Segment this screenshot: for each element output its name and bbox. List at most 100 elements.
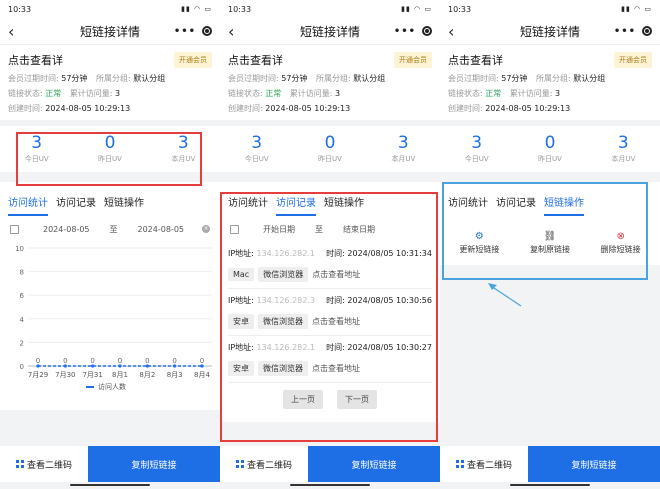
- vip-button[interactable]: 开通会员: [174, 52, 212, 68]
- y-tick-label: 2: [20, 339, 24, 347]
- highlight-uv-box: [16, 132, 202, 186]
- uv-value: 0: [324, 133, 336, 153]
- info-line-expire: 会员过期时间: 57分钟 所属分组: 默认分组: [228, 71, 432, 86]
- mini-program-capsule[interactable]: •••: [394, 26, 432, 37]
- uv-label: 今日UV: [244, 155, 269, 163]
- more-icon[interactable]: •••: [614, 26, 636, 37]
- nav-bar: ‹ 短链接详情 •••: [220, 18, 440, 44]
- visits-label: 累计访问量:: [69, 89, 113, 98]
- close-target-icon[interactable]: [642, 26, 652, 36]
- data-label: 0: [63, 357, 67, 365]
- uv-label: 昨日UV: [538, 155, 562, 163]
- tab-bar: 访问统计 访问记录 短链操作: [0, 182, 220, 216]
- mini-program-capsule[interactable]: •••: [614, 26, 652, 37]
- y-tick-label: 10: [15, 245, 24, 253]
- x-tick-label: 8月4: [194, 371, 210, 379]
- more-icon[interactable]: •••: [174, 26, 196, 37]
- info-line-expire: 会员过期时间: 57分钟 所属分组: 默认分组: [8, 71, 212, 86]
- qrcode-label: 查看二维码: [26, 460, 72, 471]
- signal-wifi-battery-icon: ▮▮ ◠ ▭: [181, 5, 212, 13]
- qrcode-icon: [455, 460, 464, 468]
- back-arrow-icon[interactable]: ‹: [448, 22, 464, 41]
- bottom-action-bar: 查看二维码 复制短链接: [440, 446, 660, 482]
- info-line-created: 创建时间: 2024-08-05 10:29:13: [8, 101, 212, 116]
- created-label: 创建时间:: [8, 104, 43, 113]
- view-qrcode-button[interactable]: 查看二维码: [440, 446, 528, 482]
- signal-wifi-battery-icon: ▮▮ ◠ ▭: [401, 5, 432, 13]
- copy-short-link-button[interactable]: 复制短链接: [88, 446, 220, 482]
- back-arrow-icon[interactable]: ‹: [228, 22, 244, 41]
- status-label: 链接状态:: [448, 89, 483, 98]
- status-bar: 10:33 ▮▮ ◠ ▭: [440, 0, 660, 18]
- status-value: 正常: [485, 89, 502, 98]
- x-tick-label: 7月30: [55, 371, 75, 379]
- data-label: 0: [172, 357, 176, 365]
- legend-label: 访问人数: [98, 382, 126, 391]
- group-value: 默认分组: [133, 74, 166, 83]
- data-label: 0: [145, 357, 149, 365]
- screen-statistics: 10:33 ▮▮ ◠ ▭ ‹ 短链接详情 ••• 点击查看详 开通会员 会员过期…: [0, 0, 220, 489]
- tab-operations[interactable]: 短链操作: [104, 194, 144, 216]
- close-target-icon[interactable]: [202, 26, 212, 36]
- y-tick-label: 4: [20, 316, 25, 324]
- copy-short-link-button[interactable]: 复制短链接: [528, 446, 660, 482]
- created-label: 创建时间:: [228, 104, 263, 113]
- expire-label: 会员过期时间:: [228, 74, 279, 83]
- mini-program-capsule[interactable]: •••: [174, 26, 212, 37]
- status-label: 链接状态:: [8, 89, 43, 98]
- home-indicator: [220, 482, 440, 489]
- date-range-bar: 2024-08-05 至 2024-08-05 ×: [0, 216, 220, 242]
- data-label: 0: [36, 357, 40, 365]
- uv-label: 昨日UV: [318, 155, 342, 163]
- vip-button[interactable]: 开通会员: [394, 52, 432, 68]
- vip-button[interactable]: 开通会员: [614, 52, 652, 68]
- highlight-records-box: [220, 192, 438, 442]
- clear-date-icon[interactable]: ×: [202, 225, 210, 233]
- uv-value: 3: [471, 133, 483, 153]
- date-start[interactable]: 2024-08-05: [43, 225, 90, 234]
- copy-short-link-button[interactable]: 复制短链接: [308, 446, 440, 482]
- uv-stat-item: 3 本月UV: [391, 134, 415, 164]
- uv-stats: 3 今日UV 0 昨日UV 3 本月UV: [220, 126, 440, 172]
- uv-label: 本月UV: [611, 155, 636, 163]
- view-qrcode-button[interactable]: 查看二维码: [220, 446, 308, 482]
- uv-stats: 3 今日UV 0 昨日UV 3 本月UV: [440, 126, 660, 172]
- link-info-card: 点击查看详 开通会员 会员过期时间: 57分钟 所属分组: 默认分组 链接状态:…: [0, 44, 220, 120]
- status-time: 10:33: [8, 4, 32, 14]
- nav-bar: ‹ 短链接详情 •••: [0, 18, 220, 44]
- calendar-icon[interactable]: [10, 224, 19, 234]
- uv-stat-item: 3 今日UV: [245, 134, 269, 164]
- status-time: 10:33: [448, 4, 472, 14]
- close-target-icon[interactable]: [422, 26, 432, 36]
- group-label: 所属分组:: [95, 74, 131, 83]
- link-info-card: 点击查看详 开通会员 会员过期时间: 57分钟 所属分组: 默认分组 链接状态:…: [220, 44, 440, 120]
- expire-value: 57分钟: [61, 74, 88, 83]
- visits-label: 累计访问量:: [289, 89, 333, 98]
- info-line-status: 链接状态: 正常 累计访问量: 3: [448, 86, 652, 101]
- uv-stat-item: 0 昨日UV: [538, 134, 562, 164]
- y-tick-label: 0: [20, 363, 24, 371]
- created-value: 2024-08-05 10:29:13: [45, 104, 131, 113]
- qrcode-icon: [15, 460, 24, 468]
- link-info-card: 点击查看详 开通会员 会员过期时间: 57分钟 所属分组: 默认分组 链接状态:…: [440, 44, 660, 120]
- info-line-created: 创建时间: 2024-08-05 10:29:13: [228, 101, 432, 116]
- home-indicator: [440, 482, 660, 489]
- uv-value: 3: [397, 133, 409, 153]
- bottom-action-bar: 查看二维码 复制短链接: [220, 446, 440, 482]
- more-icon[interactable]: •••: [394, 26, 416, 37]
- visits-value: 3: [115, 89, 121, 98]
- info-line-status: 链接状态: 正常 累计访问量: 3: [8, 86, 212, 101]
- back-arrow-icon[interactable]: ‹: [8, 22, 24, 41]
- data-label: 0: [200, 357, 204, 365]
- status-value: 正常: [45, 89, 62, 98]
- expire-value: 57分钟: [501, 74, 528, 83]
- group-label: 所属分组:: [535, 74, 571, 83]
- uv-label: 今日UV: [464, 155, 489, 163]
- qrcode-icon: [235, 460, 244, 468]
- view-qrcode-button[interactable]: 查看二维码: [0, 446, 88, 482]
- date-end[interactable]: 2024-08-05: [138, 225, 185, 234]
- visits-value: 3: [335, 89, 341, 98]
- tab-records[interactable]: 访问记录: [56, 194, 96, 216]
- x-tick-label: 8月3: [167, 371, 183, 379]
- tab-statistics[interactable]: 访问统计: [8, 194, 48, 216]
